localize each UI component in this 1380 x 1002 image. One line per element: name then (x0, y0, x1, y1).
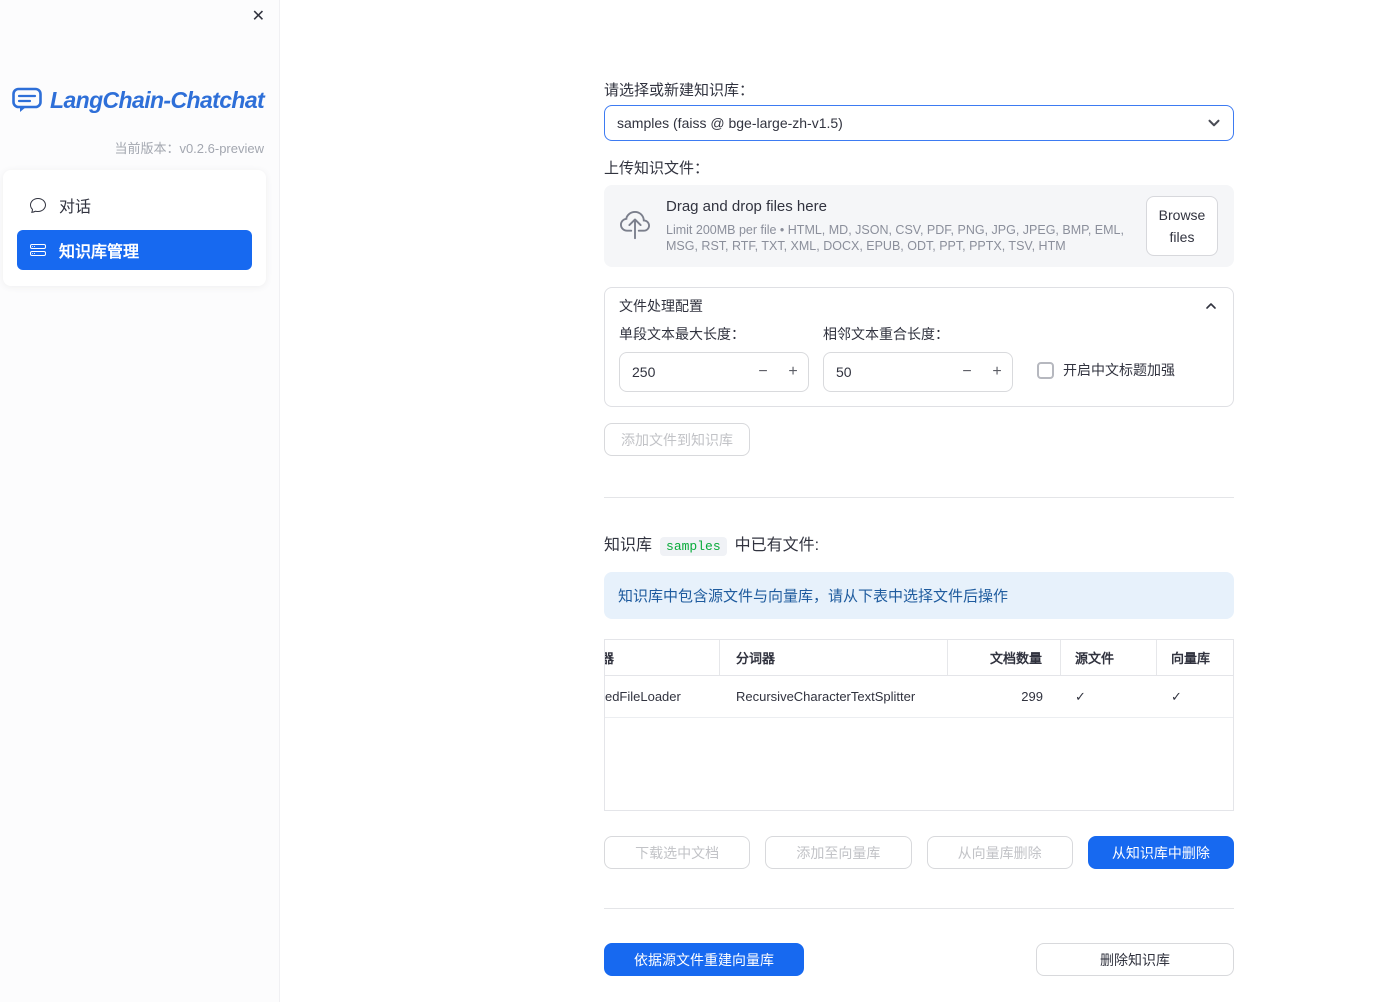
check-icon: ✓ (1075, 688, 1086, 704)
chevron-down-icon (1205, 114, 1223, 132)
kb-select[interactable]: samples (faiss @ bge-large-zh-v1.5) (604, 105, 1234, 141)
chunk-size-label: 单段文本最大长度： (619, 326, 745, 342)
info-banner: 知识库中包含源文件与向量库，请从下表中选择文件后操作 (604, 572, 1234, 619)
cloud-upload-icon (620, 211, 650, 241)
minus-button[interactable]: − (952, 353, 982, 391)
minus-button[interactable]: − (748, 353, 778, 391)
sidebar-menu: 对话 知识库管理 (3, 170, 266, 286)
table-actions: 下载选中文档 添加至向量库 从向量库删除 从知识库中删除 (604, 836, 1234, 869)
table-header-row: 文档加载器 分词器 文档数量 源文件 向量库 (605, 640, 1233, 676)
app-logo: LangChain-Chatchat (11, 86, 265, 114)
expander-header[interactable]: 文件处理配置 (605, 288, 1233, 324)
overlap-stepper: 50 − + (823, 352, 1013, 392)
kb-name-code: samples (660, 537, 727, 556)
uploader-texts: Drag and drop files here Limit 200MB per… (666, 198, 1144, 254)
sidebar-item-label: 对话 (59, 199, 92, 216)
kb-select-value: samples (faiss @ bge-large-zh-v1.5) (617, 115, 843, 131)
delete-from-kb-button[interactable]: 从知识库中删除 (1087, 836, 1234, 869)
dropzone-limit-text: Limit 200MB per file • HTML, MD, JSON, C… (666, 223, 1124, 253)
divider (604, 908, 1234, 909)
close-sidebar-icon[interactable]: ✕ (252, 7, 265, 27)
browse-files-button[interactable]: Browse files (1146, 196, 1218, 256)
dropzone-title: Drag and drop files here (666, 198, 827, 215)
header-source-file[interactable]: 源文件 (1061, 640, 1157, 675)
chunk-size-group: 单段文本最大长度： 250 − + (619, 326, 809, 392)
sidebar-item-dialogue[interactable]: 对话 (17, 185, 252, 225)
plus-button[interactable]: + (982, 353, 1012, 391)
header-doc-count[interactable]: 文档数量 (948, 640, 1061, 675)
info-banner-text: 知识库中包含源文件与向量库，请从下表中选择文件后操作 (618, 588, 1009, 605)
file-config-expander: 文件处理配置 单段文本最大长度： 250 − + 相邻文本重合长度： 50 − … (604, 287, 1234, 407)
delete-from-vector-button[interactable]: 从向量库删除 (926, 836, 1073, 869)
zh-title-enhance-checkbox[interactable] (1037, 361, 1054, 379)
chat-logo-icon (11, 86, 43, 114)
chat-bubble-icon (30, 197, 46, 213)
kb-files-suffix: 中已有文件: (734, 537, 820, 554)
kb-files-table: 文档加载器 分词器 文档数量 源文件 向量库 UnstructuredFileL… (604, 639, 1234, 811)
sidebar-item-knowledge-base[interactable]: 知识库管理 (17, 230, 252, 270)
plus-button[interactable]: + (778, 353, 808, 391)
version-label: 当前版本：v0.2.6-preview (114, 141, 264, 156)
kb-files-prefix: 知识库 (604, 537, 653, 554)
check-icon: ✓ (1171, 688, 1182, 704)
divider (604, 497, 1234, 498)
expander-body: 单段文本最大长度： 250 − + 相邻文本重合长度： 50 − + 开启中文标… (605, 324, 1233, 406)
rebuild-vector-store-button[interactable]: 依据源文件重建向量库 (604, 943, 804, 976)
app-title: LangChain-Chatchat (50, 86, 265, 113)
overlap-label: 相邻文本重合长度： (823, 326, 949, 342)
expander-title: 文件处理配置 (619, 298, 703, 314)
database-stack-icon (30, 242, 46, 258)
cell-source-check[interactable]: ✓ (1061, 676, 1157, 717)
sidebar: ✕ LangChain-Chatchat 当前版本：v0.2.6-preview… (0, 0, 280, 1002)
kb-select-label: 请选择或新建知识库： (604, 82, 755, 99)
add-files-button[interactable]: 添加文件到知识库 (604, 423, 750, 456)
bottom-actions: 依据源文件重建向量库 删除知识库 (604, 943, 1234, 976)
chunk-size-input[interactable]: 250 (620, 364, 748, 380)
chunk-size-stepper: 250 − + (619, 352, 809, 392)
file-dropzone[interactable]: Drag and drop files here Limit 200MB per… (604, 185, 1234, 267)
kb-files-heading: 知识库 samples 中已有文件: (604, 531, 1234, 556)
overlap-group: 相邻文本重合长度： 50 − + (823, 326, 1013, 392)
cell-loader[interactable]: UnstructuredFileLoader (605, 676, 720, 717)
delete-kb-button[interactable]: 删除知识库 (1036, 943, 1234, 976)
cell-vector-check[interactable]: ✓ (1157, 676, 1233, 717)
zh-title-enhance-label: 开启中文标题加强 (1063, 362, 1175, 378)
chevron-up-icon (1203, 298, 1219, 314)
add-to-vector-button[interactable]: 添加至向量库 (765, 836, 912, 869)
table-row[interactable]: UnstructuredFileLoader RecursiveCharacte… (605, 676, 1233, 718)
header-splitter[interactable]: 分词器 (720, 640, 948, 675)
zh-title-enhance-group: 开启中文标题加强 (1037, 360, 1175, 380)
main-content: 请选择或新建知识库： samples (faiss @ bge-large-zh… (604, 0, 1234, 976)
uploader-label: 上传知识文件： (604, 160, 710, 177)
cell-splitter[interactable]: RecursiveCharacterTextSplitter (720, 676, 948, 717)
cell-doc-count[interactable]: 299 (948, 676, 1061, 717)
download-selected-button[interactable]: 下载选中文档 (604, 836, 751, 869)
sidebar-item-label: 知识库管理 (59, 244, 140, 261)
overlap-input[interactable]: 50 (824, 364, 952, 380)
header-vector-store[interactable]: 向量库 (1157, 640, 1233, 675)
header-loader[interactable]: 文档加载器 (605, 640, 720, 675)
